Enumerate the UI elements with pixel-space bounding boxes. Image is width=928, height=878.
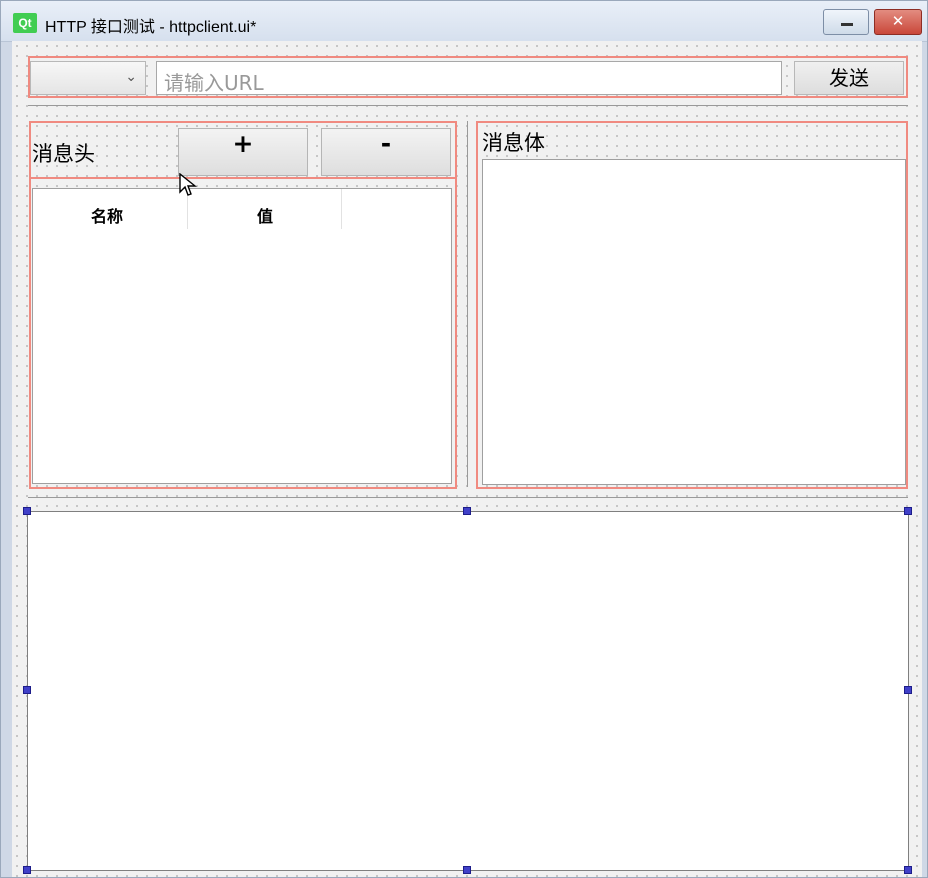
middle-separator (28, 497, 908, 498)
chevron-down-icon: ⌄ (125, 69, 137, 85)
close-button[interactable]: ✕ (874, 9, 922, 35)
headers-label: 消息头 (32, 142, 95, 166)
selection-handle-bottom-right[interactable] (904, 866, 912, 874)
close-icon: ✕ (891, 12, 905, 30)
selection-handle-right[interactable] (904, 686, 912, 694)
column-divider (341, 189, 342, 229)
top-separator (28, 105, 908, 106)
selection-handle-top-right[interactable] (904, 507, 912, 515)
header-name-column[interactable]: 名称 (91, 203, 123, 227)
designer-window: Qt HTTP 接口测试 - httpclient.ui* ✕ ⌄ 请输入URL… (0, 0, 928, 878)
form-canvas[interactable]: ⌄ 请输入URL 发送 消息头 + - 名称 值 消息体 (12, 41, 922, 877)
title-bar: Qt HTTP 接口测试 - httpclient.ui* ✕ (1, 1, 927, 42)
remove-header-button[interactable]: - (321, 128, 451, 176)
selection-handle-bottom[interactable] (463, 866, 471, 874)
vertical-splitter[interactable] (467, 121, 468, 487)
selection-handle-bottom-left[interactable] (23, 866, 31, 874)
selection-handle-top-left[interactable] (23, 507, 31, 515)
add-header-button[interactable]: + (178, 128, 308, 176)
minimize-button[interactable] (823, 9, 869, 35)
send-button[interactable]: 发送 (794, 61, 904, 95)
url-placeholder: 请输入URL (164, 71, 264, 95)
minimize-icon (841, 23, 853, 26)
selection-handle-top[interactable] (463, 507, 471, 515)
selection-handle-left[interactable] (23, 686, 31, 694)
url-input[interactable]: 请输入URL (156, 61, 782, 95)
method-combobox[interactable]: ⌄ (30, 61, 146, 95)
qt-logo: Qt (13, 13, 37, 33)
response-text-area[interactable] (27, 511, 909, 871)
header-value-column[interactable]: 值 (257, 203, 273, 227)
mouse-cursor-icon (179, 173, 197, 196)
body-label: 消息体 (482, 131, 545, 155)
headers-table[interactable]: 名称 值 (32, 188, 452, 484)
window-title: HTTP 接口测试 - httpclient.ui* (45, 19, 257, 36)
body-text-editor[interactable] (482, 159, 906, 485)
